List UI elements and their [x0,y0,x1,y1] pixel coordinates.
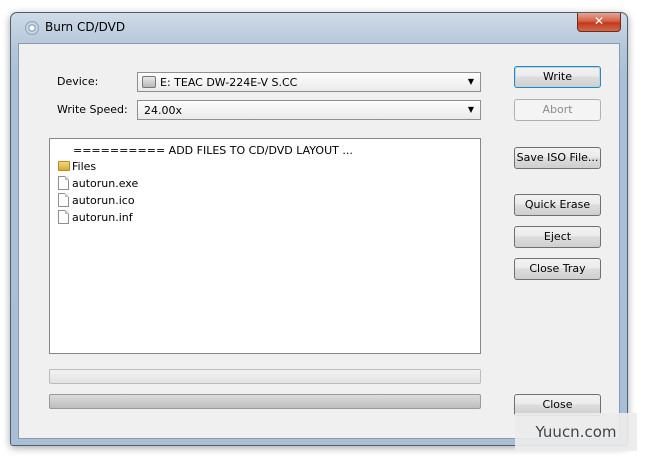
folder-icon [58,161,70,171]
save-iso-button[interactable]: Save ISO File... [514,147,601,169]
window-close-button[interactable]: ✕ [577,13,621,32]
list-item-label: autorun.inf [72,211,133,224]
file-icon [58,210,69,224]
quick-erase-button[interactable]: Quick Erase [514,194,601,216]
chevron-down-icon: ▼ [467,77,475,86]
list-header-text: ========== ADD FILES TO CD/DVD LAYOUT ..… [73,144,353,157]
disc-icon [25,21,39,35]
device-label: Device: [57,75,99,88]
list-item-label: autorun.exe [72,177,139,190]
dialog-client-area: Device: E: TEAC DW-224E-V S.CC ▼ Write S… [18,43,620,439]
drive-icon [142,76,156,88]
progress-bar-track [49,369,481,384]
chevron-down-icon: ▼ [467,105,475,114]
device-value: E: TEAC DW-224E-V S.CC [160,76,298,89]
write-button[interactable]: Write [514,66,601,88]
progress-bar-total [49,394,481,409]
file-icon [58,176,69,190]
write-speed-select[interactable]: 24.00x ▼ [137,100,481,120]
abort-button[interactable]: Abort [514,99,601,121]
file-icon [58,193,69,207]
close-tray-button[interactable]: Close Tray [514,258,601,280]
list-item-label: Files [72,160,97,173]
write-speed-value: 24.00x [144,104,183,117]
window-title: Burn CD/DVD [45,20,126,34]
write-speed-label: Write Speed: [57,103,128,116]
device-select[interactable]: E: TEAC DW-224E-V S.CC ▼ [137,72,481,92]
burn-dialog-window: Burn CD/DVD ✕ Device: E: TEAC DW-224E-V … [10,12,628,446]
file-layout-list[interactable]: ========== ADD FILES TO CD/DVD LAYOUT ..… [49,138,481,354]
eject-button[interactable]: Eject [514,226,601,248]
list-item-label: autorun.ico [72,194,135,207]
watermark: Yuucn.com [515,413,637,451]
title-bar[interactable]: Burn CD/DVD ✕ [11,13,627,43]
